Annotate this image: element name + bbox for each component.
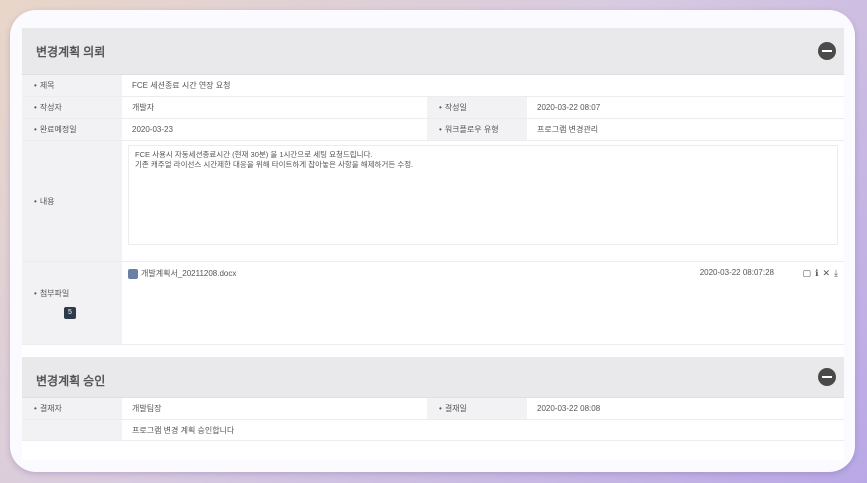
content-line1: FCE 사용시 자동세션종료시간 (현재 30분) 을 1시간으로 세팅 요청드… [135, 150, 373, 159]
delete-icon[interactable]: ✕ [822, 268, 830, 279]
attachment-count-badge: 5 [64, 306, 76, 319]
content-textbox: FCE 사용시 자동세션종료시간 (현재 30분) 을 1시간으로 세팅 요청드… [128, 145, 838, 245]
attachment-time: 2020-03-22 08:07:28 [699, 268, 774, 277]
row-attachments: • 첨부파일 5 개발계획서_20211208.docx 2020-03-22 0… [22, 262, 844, 345]
value-due: 2020-03-23 [132, 125, 173, 134]
label-subject: • 제목 [22, 75, 122, 96]
label-approver: • 결재자 [22, 398, 122, 419]
value-subject: FCE 세션종료 시간 연장 요청 [132, 81, 231, 90]
page-content: 변경계획 의뢰 • 제목 FCE 세션종료 시간 연장 요청 • 작성자 개발자 •… [22, 28, 844, 460]
section-title-2: 변경계획 승인 [36, 374, 106, 388]
section-header-approval: 변경계획 승인 [22, 357, 844, 398]
row-author: • 작성자 개발자 • 작성일 2020-03-22 08:07 [22, 97, 844, 119]
content-line2: 기존 캐주얼 라이선스 시간제한 대응을 위해 타이트하게 잡아놓은 사항을 해… [135, 160, 414, 169]
row-comment: 프로그램 변경 계획 승인합니다 [22, 420, 844, 441]
collapse-icon[interactable] [818, 42, 836, 60]
row-subject: • 제목 FCE 세션종료 시간 연장 요청 [22, 75, 844, 97]
value-author: 개발자 [132, 103, 155, 112]
value-approver: 개발팀장 [132, 404, 162, 413]
file-icon [128, 268, 138, 279]
value-comment: 프로그램 변경 계획 승인합니다 [132, 425, 235, 435]
collapse-icon-2[interactable] [818, 368, 836, 386]
row-content: • 내용 FCE 사용시 자동세션종료시간 (현재 30분) 을 1시간으로 세팅… [22, 141, 844, 262]
attachments-area: 개발계획서_20211208.docx 2020-03-22 08:07:28 … [122, 262, 844, 344]
info-icon[interactable]: ℹ [815, 268, 818, 279]
label-due: • 완료예정일 [22, 119, 122, 140]
value-written: 2020-03-22 08:07 [537, 103, 601, 112]
attachment-filename[interactable]: 개발계획서_20211208.docx [141, 269, 236, 278]
content-area: FCE 사용시 자동세션종료시간 (현재 30분) 을 1시간으로 세팅 요청드… [122, 141, 844, 261]
row-due: • 완료예정일 2020-03-23 • 워크플로우 유형 프로그램 변경관리 [22, 119, 844, 141]
row-approver: • 결재자 개발팀장 • 결재일 2020-03-22 08:08 [22, 398, 844, 420]
section-title: 변경계획 의뢰 [36, 45, 106, 59]
attachment-item[interactable]: 개발계획서_20211208.docx [128, 268, 236, 279]
label-content: • 내용 [22, 141, 122, 261]
preview-icon[interactable]: ▢ [803, 268, 812, 279]
label-approved: • 결재일 [427, 398, 527, 419]
label-attachments: • 첨부파일 5 [22, 262, 122, 344]
window-frame: 변경계획 의뢰 • 제목 FCE 세션종료 시간 연장 요청 • 작성자 개발자 •… [10, 10, 855, 472]
label-author: • 작성자 [22, 97, 122, 118]
section-gap [22, 345, 844, 357]
section-header-request: 변경계획 의뢰 [22, 28, 844, 75]
attachment-actions: ▢ ℹ ✕ ⤓ [803, 268, 838, 279]
value-workflow: 프로그램 변경관리 [537, 125, 599, 134]
label-written: • 작성일 [427, 97, 527, 118]
label-workflow: • 워크플로우 유형 [427, 119, 527, 140]
download-icon[interactable]: ⤓ [834, 268, 838, 279]
label-comment [22, 420, 122, 440]
value-approved: 2020-03-22 08:08 [537, 404, 601, 413]
